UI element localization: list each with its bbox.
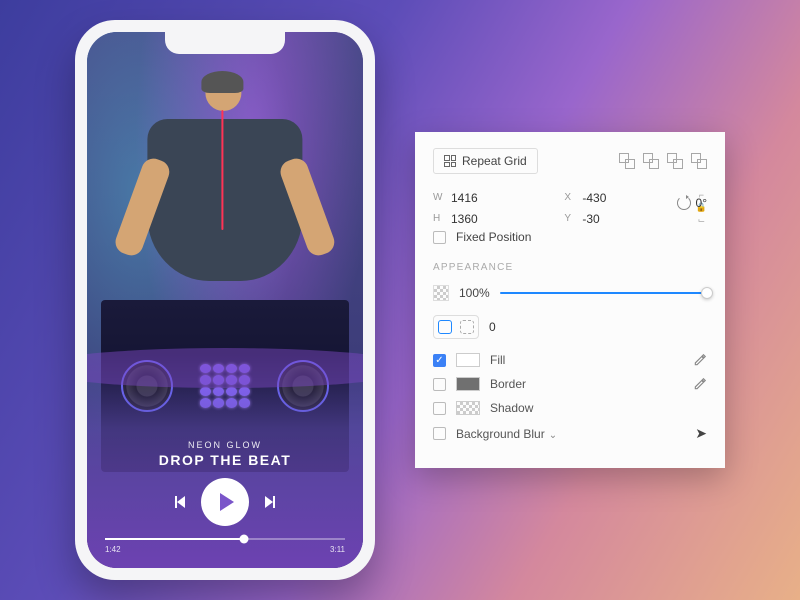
repeat-grid-button[interactable]: Repeat Grid [433,148,538,174]
time-current: 1:42 [105,545,121,554]
fill-label: Fill [490,353,683,367]
fill-color-swatch[interactable] [456,353,480,367]
opacity-value[interactable]: 100% [459,286,490,300]
repeat-grid-label: Repeat Grid [462,154,527,168]
exclude-boolean-icon[interactable] [691,153,707,169]
border-color-swatch[interactable] [456,377,480,391]
subtract-boolean-icon[interactable] [643,153,659,169]
border-eyedropper-icon[interactable] [693,377,707,391]
fixed-position-label: Fixed Position [456,230,531,244]
phone-mockup: NEON GLOW DROP THE BEAT 1:42 3:11 [75,20,375,580]
add-boolean-icon[interactable] [619,153,635,169]
player-overlay: NEON GLOW DROP THE BEAT 1:42 3:11 [87,354,363,568]
boolean-ops-group [619,153,707,169]
play-icon [220,493,234,511]
cursor-icon: ➤ [695,425,707,442]
repeat-grid-icon [444,155,456,167]
phone-notch [165,32,285,54]
shadow-color-swatch[interactable] [456,401,480,415]
height-field[interactable]: H1360 [433,212,554,226]
opacity-slider[interactable] [500,292,707,294]
fixed-position-checkbox[interactable] [433,231,446,244]
chevron-down-icon[interactable]: ⌄ [549,430,557,441]
phone-screen: NEON GLOW DROP THE BEAT 1:42 3:11 [87,32,363,568]
border-checkbox[interactable] [433,378,446,391]
y-field[interactable]: Y-30 [564,212,685,226]
next-track-button[interactable] [265,496,275,508]
border-label: Border [490,377,683,391]
appearance-section-label: APPEARANCE [433,262,707,273]
background-blur-label: Background Blur⌄ [456,427,679,441]
rotation-field[interactable]: 0° [696,196,707,210]
time-total: 3:11 [330,545,345,554]
fill-eyedropper-icon[interactable] [693,353,707,367]
corner-all-button[interactable] [438,320,452,334]
track-title: DROP THE BEAT [159,452,292,468]
rotation-icon [677,196,691,210]
progress-slider[interactable]: 1:42 3:11 [105,538,345,554]
fill-checkbox[interactable] [433,354,446,367]
shadow-label: Shadow [490,401,707,415]
corner-separate-button[interactable] [460,320,474,334]
width-field[interactable]: W1416 [433,191,554,205]
background-blur-checkbox[interactable] [433,427,446,440]
intersect-boolean-icon[interactable] [667,153,683,169]
previous-track-button[interactable] [175,496,185,508]
shadow-checkbox[interactable] [433,402,446,415]
x-field[interactable]: X-430 [564,191,685,205]
track-artist: NEON GLOW [188,440,262,450]
opacity-swatch-icon [433,285,449,301]
play-button[interactable] [201,478,249,526]
corner-radius-field[interactable]: 0 [489,320,496,334]
properties-panel: Repeat Grid W1416 X-430 ⌐🔒⌙ H1360 Y-30 0… [415,132,725,468]
